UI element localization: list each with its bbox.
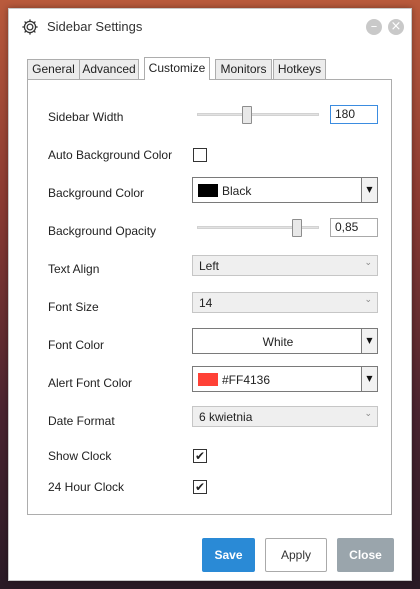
font-size-value: 14 [199,296,213,310]
save-button[interactable]: Save [202,538,255,572]
tab-advanced[interactable]: Advanced [79,59,139,79]
check-icon: ✔ [194,449,206,463]
font-color-label: Font Color [48,338,105,352]
background-color-value: Black [222,184,252,198]
date-format-label: Date Format [48,414,115,428]
gear-icon [22,19,38,35]
font-size-dropdown[interactable]: 14 ⌄ [192,292,378,313]
chevron-down-icon: ⌄ [364,409,372,419]
auto-background-color-label: Auto Background Color [48,148,173,162]
tab-monitors[interactable]: Monitors [215,59,272,79]
alert-font-color-select[interactable]: #FF4136 ▼ [192,366,378,392]
customize-panel: Sidebar Width 180 Auto Background Color … [27,79,392,515]
font-color-value: White [262,335,294,349]
text-align-dropdown[interactable]: Left ⌄ [192,255,378,276]
background-color-select[interactable]: Black ▼ [192,177,378,203]
sidebar-width-slider[interactable] [197,113,319,116]
tab-hotkeys[interactable]: Hotkeys [273,59,326,79]
background-opacity-input[interactable]: 0,85 [330,218,378,237]
alert-font-color-value: #FF4136 [222,373,271,387]
24-hour-clock-checkbox[interactable]: ✔ [193,480,207,494]
sidebar-width-label: Sidebar Width [48,110,124,124]
alert-font-color-swatch [198,373,218,386]
chevron-down-icon[interactable]: ▼ [361,329,377,353]
close-window-button[interactable]: × [388,19,404,35]
date-format-value: 6 kwietnia [199,410,253,424]
title-bar: Sidebar Settings – × [9,9,411,45]
alert-font-color-label: Alert Font Color [48,376,133,390]
chevron-down-icon[interactable]: ▼ [361,178,377,202]
chevron-down-icon: ⌄ [364,295,372,305]
background-opacity-slider-thumb[interactable] [292,219,303,237]
settings-window: Sidebar Settings – × General Advanced Cu… [8,8,412,581]
sidebar-width-input[interactable]: 180 [330,105,378,124]
check-icon: ✔ [194,480,206,494]
font-color-select[interactable]: White ▼ [192,328,378,354]
24-hour-clock-label: 24 Hour Clock [48,480,125,494]
date-format-dropdown[interactable]: 6 kwietnia ⌄ [192,406,378,427]
background-color-label: Background Color [48,186,145,200]
auto-background-color-checkbox[interactable] [193,148,207,162]
minimize-button[interactable]: – [366,19,382,35]
chevron-down-icon: ⌄ [364,258,372,268]
font-size-label: Font Size [48,300,99,314]
sidebar-width-slider-thumb[interactable] [241,106,252,124]
show-clock-label: Show Clock [48,449,112,463]
background-color-swatch [198,184,218,197]
chevron-down-icon[interactable]: ▼ [361,367,377,391]
tab-general[interactable]: General [27,59,80,79]
text-align-label: Text Align [48,262,100,276]
background-opacity-label: Background Opacity [48,224,157,238]
minimize-icon: – [370,19,378,34]
close-icon: × [390,19,402,34]
window-title: Sidebar Settings [47,19,143,34]
close-button[interactable]: Close [337,538,394,572]
show-clock-checkbox[interactable]: ✔ [193,449,207,463]
text-align-value: Left [199,259,220,273]
tab-customize[interactable]: Customize [144,57,210,80]
apply-button[interactable]: Apply [265,538,327,572]
